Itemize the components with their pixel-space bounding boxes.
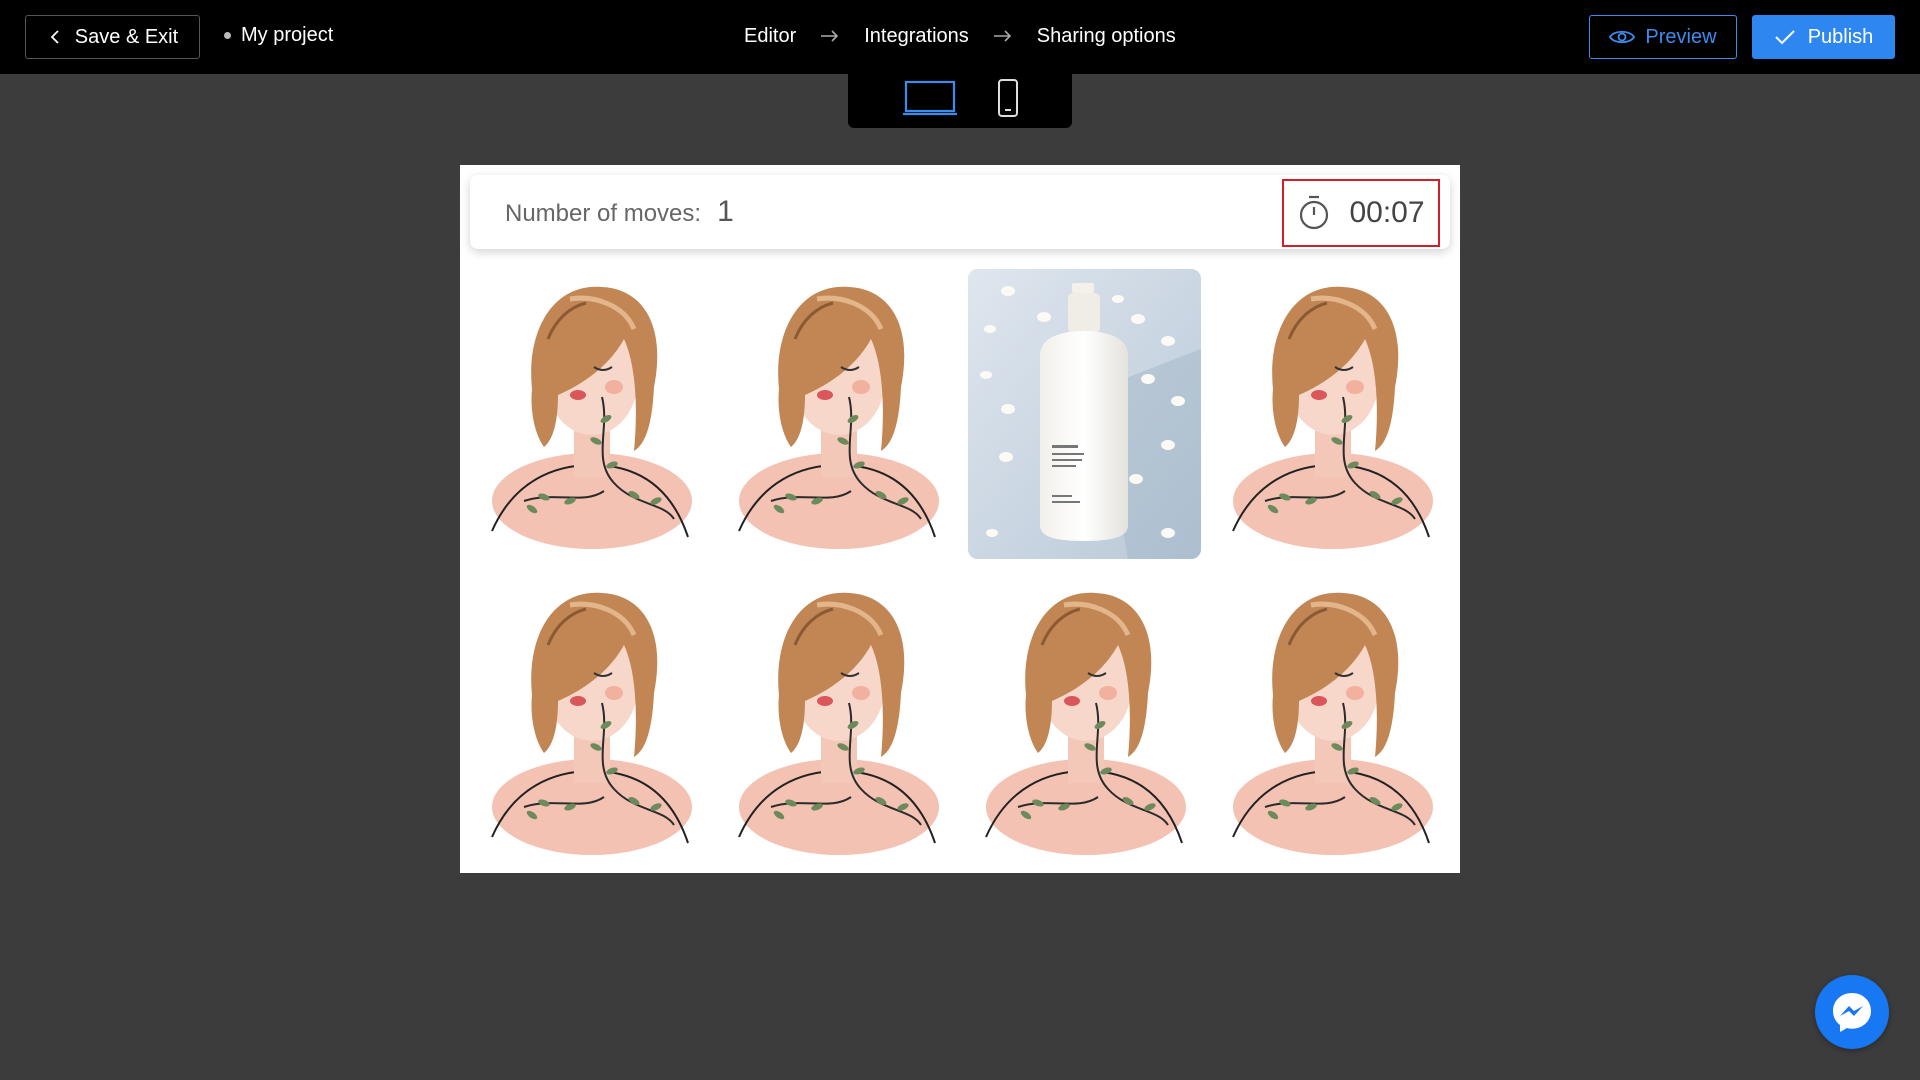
- lotion-bottle-photo: [968, 269, 1201, 559]
- game-card[interactable]: [1215, 269, 1448, 559]
- moves-counter: Number of moves: 1: [505, 195, 734, 229]
- eye-icon: [1609, 30, 1636, 44]
- step-breadcrumb: Editor Integrations Sharing options: [744, 24, 1176, 48]
- arrow-right-icon: [969, 24, 1037, 48]
- device-switcher: [848, 74, 1072, 128]
- woman-illustration: [1232, 286, 1433, 549]
- game-card[interactable]: [721, 575, 954, 865]
- game-card[interactable]: [721, 269, 954, 559]
- messenger-icon: [1833, 993, 1871, 1032]
- step-editor[interactable]: Editor: [744, 25, 796, 48]
- woman-illustration: [738, 592, 939, 855]
- checkmark-icon: [1774, 30, 1795, 45]
- game-card[interactable]: [1215, 575, 1448, 865]
- arrow-right-icon: [796, 24, 864, 48]
- project-name[interactable]: My project: [224, 24, 333, 47]
- mobile-view-toggle[interactable]: [996, 78, 1020, 118]
- memory-game-canvas: Number of moves: 1 00:07: [460, 165, 1460, 873]
- save-and-exit-button[interactable]: Save & Exit: [25, 15, 200, 59]
- woman-illustration: [491, 592, 692, 855]
- step-sharing-options[interactable]: Sharing options: [1037, 25, 1176, 48]
- card-grid: [474, 269, 1448, 865]
- game-card[interactable]: [474, 269, 707, 559]
- step-integrations[interactable]: Integrations: [864, 25, 969, 48]
- woman-illustration: [1232, 592, 1433, 855]
- desktop-icon: [903, 80, 957, 116]
- top-bar: Save & Exit My project Editor Integratio…: [0, 0, 1920, 74]
- woman-illustration: [491, 286, 692, 549]
- woman-illustration: [985, 592, 1186, 855]
- game-card[interactable]: [474, 575, 707, 865]
- game-stats-bar: Number of moves: 1 00:07: [470, 175, 1450, 249]
- messenger-chat-button[interactable]: [1815, 975, 1889, 1049]
- woman-illustration: [738, 286, 939, 549]
- timer[interactable]: 00:07: [1282, 179, 1440, 247]
- chevron-left-icon: [50, 30, 59, 44]
- publish-label: Publish: [1807, 25, 1874, 48]
- save-and-exit-label: Save & Exit: [74, 25, 179, 48]
- timer-value: 00:07: [1349, 196, 1425, 229]
- preview-button[interactable]: Preview: [1589, 15, 1737, 59]
- publish-button[interactable]: Publish: [1752, 15, 1895, 59]
- project-name-label: My project: [241, 24, 334, 46]
- preview-label: Preview: [1645, 25, 1717, 48]
- stopwatch-icon: [1300, 195, 1329, 230]
- game-card[interactable]: [968, 575, 1201, 865]
- desktop-view-toggle[interactable]: [903, 78, 957, 118]
- moves-label: Number of moves:: [505, 200, 702, 227]
- mobile-phone-icon: [998, 79, 1018, 117]
- unsaved-dot-icon: [224, 32, 231, 39]
- game-card[interactable]: [968, 269, 1201, 559]
- moves-value: 1: [717, 195, 734, 228]
